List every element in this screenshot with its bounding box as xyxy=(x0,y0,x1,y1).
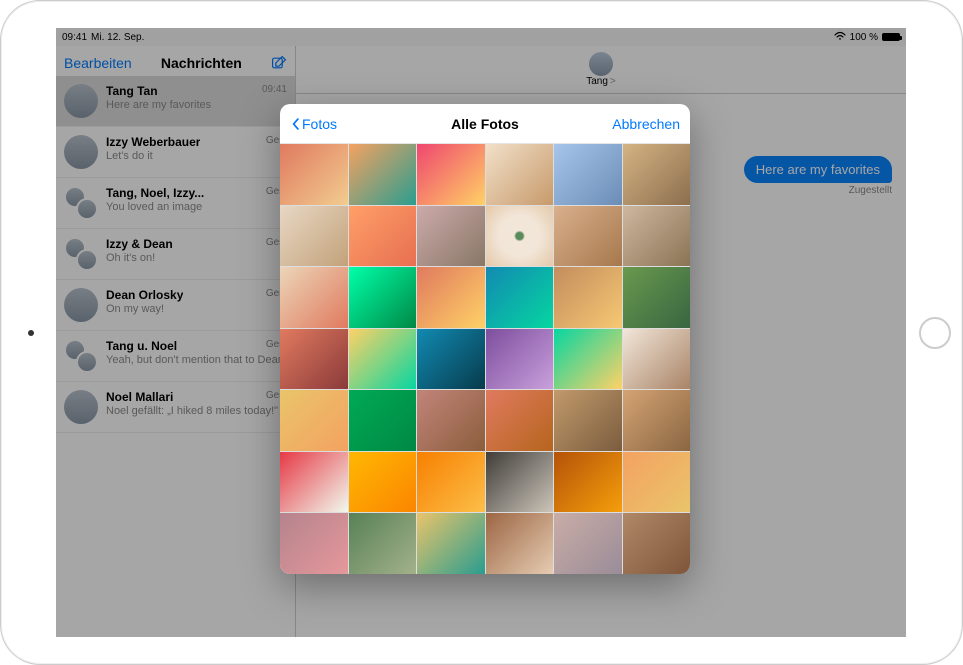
photo-thumbnail[interactable] xyxy=(417,206,485,267)
photo-thumbnail[interactable] xyxy=(554,390,622,451)
photo-thumbnail[interactable] xyxy=(623,206,691,267)
photo-thumbnail[interactable] xyxy=(554,452,622,513)
photo-thumbnail[interactable] xyxy=(417,267,485,328)
photo-thumbnail[interactable] xyxy=(486,267,554,328)
photo-thumbnail[interactable] xyxy=(554,267,622,328)
photo-thumbnail[interactable] xyxy=(486,452,554,513)
photo-thumbnail[interactable] xyxy=(417,144,485,205)
photo-thumbnail[interactable] xyxy=(349,452,417,513)
photo-thumbnail[interactable] xyxy=(349,329,417,390)
photo-thumbnail[interactable] xyxy=(280,452,348,513)
photo-thumbnail[interactable] xyxy=(280,267,348,328)
photo-thumbnail[interactable] xyxy=(554,206,622,267)
photo-thumbnail[interactable] xyxy=(623,390,691,451)
photo-thumbnail[interactable] xyxy=(486,513,554,574)
photo-thumbnail[interactable] xyxy=(280,329,348,390)
back-label: Fotos xyxy=(302,116,337,132)
photo-thumbnail[interactable] xyxy=(417,452,485,513)
photo-thumbnail[interactable] xyxy=(349,144,417,205)
photo-thumbnail[interactable] xyxy=(623,452,691,513)
photo-thumbnail[interactable] xyxy=(349,267,417,328)
photo-thumbnail[interactable] xyxy=(554,513,622,574)
photo-thumbnail[interactable] xyxy=(280,513,348,574)
photo-thumbnail[interactable] xyxy=(486,144,554,205)
photo-thumbnail[interactable] xyxy=(486,329,554,390)
photo-grid[interactable] xyxy=(280,144,690,574)
photo-thumbnail[interactable] xyxy=(417,513,485,574)
photo-thumbnail[interactable] xyxy=(623,144,691,205)
cancel-button[interactable]: Abbrechen xyxy=(612,116,680,132)
photo-thumbnail[interactable] xyxy=(349,513,417,574)
front-camera xyxy=(28,330,34,336)
photo-thumbnail[interactable] xyxy=(486,206,554,267)
photo-thumbnail[interactable] xyxy=(280,144,348,205)
photo-thumbnail[interactable] xyxy=(349,206,417,267)
photo-thumbnail[interactable] xyxy=(623,329,691,390)
photo-thumbnail[interactable] xyxy=(486,390,554,451)
photo-thumbnail[interactable] xyxy=(280,390,348,451)
photo-thumbnail[interactable] xyxy=(417,390,485,451)
photo-thumbnail[interactable] xyxy=(417,329,485,390)
photo-thumbnail[interactable] xyxy=(554,144,622,205)
photo-picker-popover: Fotos Alle Fotos Abbrechen xyxy=(280,104,690,574)
photo-thumbnail[interactable] xyxy=(280,206,348,267)
photo-thumbnail[interactable] xyxy=(623,513,691,574)
photo-thumbnail[interactable] xyxy=(554,329,622,390)
back-button[interactable]: Fotos xyxy=(290,116,337,132)
photo-thumbnail[interactable] xyxy=(623,267,691,328)
home-button[interactable] xyxy=(919,317,951,349)
photo-thumbnail[interactable] xyxy=(349,390,417,451)
